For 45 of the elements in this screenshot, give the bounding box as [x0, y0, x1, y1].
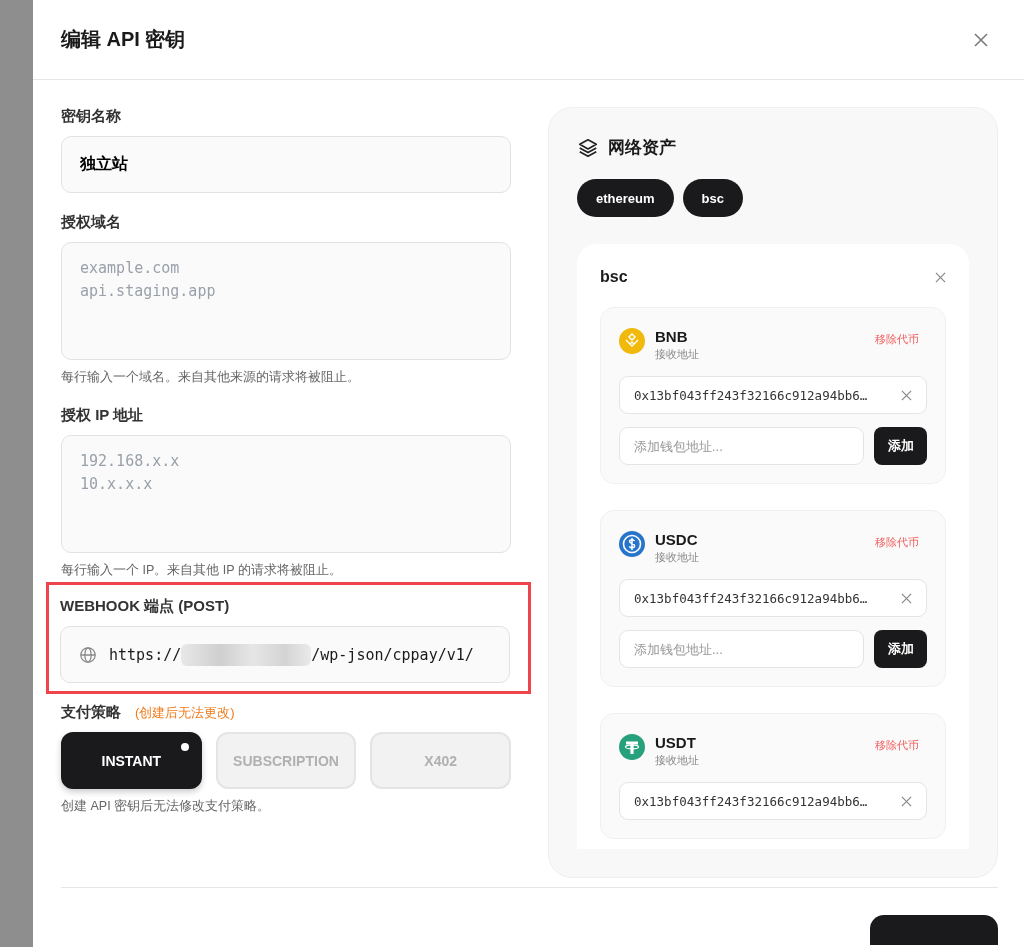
token-symbol: USDT — [655, 734, 697, 751]
network-chip[interactable]: bsc — [682, 179, 743, 217]
close-icon[interactable] — [935, 271, 946, 283]
help-text: 创建 API 密钥后无法修改支付策略。 — [61, 798, 272, 815]
field-label: 授权 IP 地址 — [61, 406, 145, 425]
address-label: 接收地址 — [655, 550, 700, 565]
text-field[interactable]: 独立站 — [61, 136, 511, 193]
help-text: 每行输入一个域名。来自其他来源的请求将被阻止。 — [61, 369, 361, 386]
coin-icon — [619, 328, 645, 354]
network-chip[interactable]: ethereum — [577, 179, 674, 217]
wallet-address-field[interactable]: 添加钱包地址... — [619, 630, 864, 668]
footer-button[interactable] — [870, 915, 998, 945]
url-field[interactable]: https:// /wp-json/cppay/v1/ — [60, 626, 510, 683]
token-symbol: USDC — [655, 531, 699, 548]
globe-icon — [79, 645, 97, 664]
wallet-address-field[interactable]: 添加钱包地址... — [619, 427, 864, 465]
help-text: 每行输入一个 IP。来自其他 IP 的请求将被阻止。 — [61, 562, 343, 579]
address-text: 0x13bf043ff243f32166c912a94bb6… — [634, 387, 868, 403]
address-text: 0x13bf043ff243f32166c912a94bb6… — [634, 793, 868, 809]
section-title: 网络资产 — [608, 137, 676, 159]
strategy-option[interactable]: INSTANT — [61, 732, 202, 789]
coin-icon — [619, 531, 645, 557]
layers-icon — [577, 136, 599, 159]
text-area[interactable]: example.com api.staging.app — [61, 242, 511, 360]
add-button[interactable]: 添加 — [874, 427, 927, 465]
warning-note: (创建后无法更改) — [135, 704, 235, 722]
field-label: 密钥名称 — [61, 107, 122, 126]
remove-icon[interactable] — [901, 795, 912, 807]
coin-icon — [619, 734, 645, 760]
address-label: 接收地址 — [655, 347, 700, 362]
url-text: /wp-json/cppay/v1/ — [311, 645, 474, 664]
text-area[interactable]: 192.168.x.x 10.x.x.x — [61, 435, 511, 553]
remove-icon[interactable] — [901, 389, 912, 401]
field-label: WEBHOOK 端点 (POST) — [60, 597, 231, 616]
add-button[interactable]: 添加 — [874, 630, 927, 668]
remove-icon[interactable] — [901, 592, 912, 604]
address-text: 0x13bf043ff243f32166c912a94bb6… — [634, 590, 868, 606]
network-name: bsc — [600, 268, 628, 286]
token-symbol: BNB — [655, 328, 689, 345]
address-label: 接收地址 — [655, 753, 700, 768]
field-label: 支付策略 — [61, 703, 121, 722]
field-label: 授权域名 — [61, 213, 122, 232]
url-text: https:// — [109, 645, 182, 664]
close-icon[interactable] — [973, 31, 989, 48]
dialog-title: 编辑 API 密钥 — [61, 27, 186, 52]
